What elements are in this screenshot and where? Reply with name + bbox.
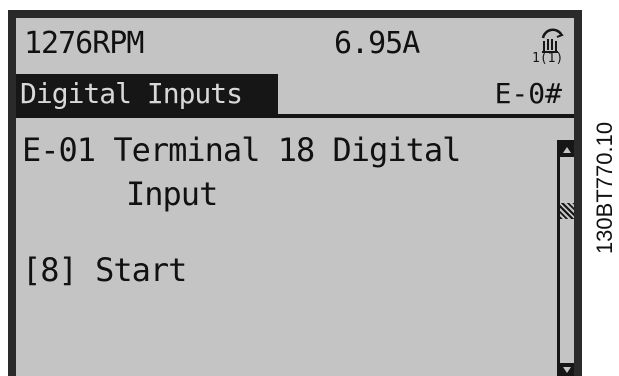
parameter-name-continued: Input bbox=[126, 175, 218, 213]
figure-code-label: 130BT770.10 bbox=[590, 0, 619, 376]
scroll-up-icon[interactable] bbox=[560, 143, 574, 157]
scrollbar[interactable] bbox=[557, 140, 574, 376]
lcp-display: 1276RPM 6.95A 1(1) Digital Inputs E-0# E… bbox=[16, 18, 574, 376]
menu-title-highlight: Digital Inputs bbox=[16, 74, 278, 114]
scroll-down-icon[interactable] bbox=[560, 363, 574, 376]
figure-code: 130BT770.10 bbox=[591, 121, 617, 255]
status-line: 1276RPM 6.95A 1(1) bbox=[16, 18, 574, 70]
scroll-thumb[interactable] bbox=[560, 203, 574, 219]
parameter-value[interactable]: [8] Start bbox=[22, 254, 187, 286]
speed-readout: 1276RPM bbox=[24, 26, 144, 61]
hand-on-1-icon: 1(1) bbox=[532, 28, 564, 64]
parameter-group-code: E-0# bbox=[494, 77, 562, 110]
display-frame: 1276RPM 6.95A 1(1) Digital Inputs E-0# E… bbox=[8, 10, 582, 376]
svg-text:1(1): 1(1) bbox=[532, 51, 563, 64]
menu-title-bar: Digital Inputs E-0# bbox=[16, 74, 574, 114]
current-readout: 6.95A bbox=[334, 26, 420, 61]
parameter-name: E-01 Terminal 18 Digital bbox=[22, 131, 461, 169]
title-divider bbox=[16, 114, 574, 118]
menu-title: Digital Inputs bbox=[20, 77, 243, 110]
